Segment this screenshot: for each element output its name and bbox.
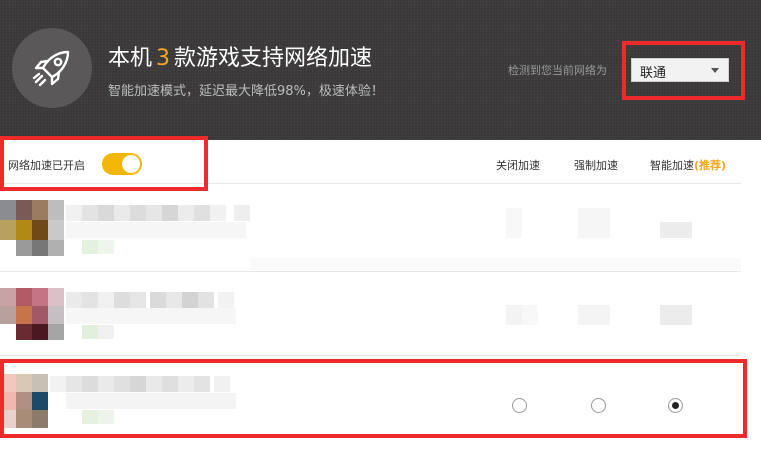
page-title: 本机 3 款游戏支持网络加速 bbox=[108, 40, 372, 72]
radio-placeholder bbox=[578, 305, 610, 325]
radio-placeholder bbox=[578, 208, 610, 238]
game-count: 3 bbox=[156, 46, 171, 71]
rocket-icon bbox=[32, 50, 70, 87]
radio-placeholder bbox=[522, 305, 538, 325]
rocket-logo bbox=[12, 28, 92, 108]
row-shadow bbox=[250, 258, 741, 270]
column-header-forced: 强制加速 bbox=[574, 159, 618, 172]
row-divider bbox=[0, 355, 741, 356]
radio-placeholder bbox=[506, 208, 522, 238]
radio-placeholder bbox=[506, 305, 522, 325]
column-header-smart-label: 智能加速 bbox=[650, 159, 694, 172]
annotation-box-network bbox=[622, 41, 745, 100]
network-detect-label: 检测到您当前网络为 bbox=[508, 64, 607, 77]
column-header-off: 关闭加速 bbox=[496, 159, 540, 172]
annotation-box-toggle bbox=[0, 136, 208, 191]
recommended-tag: (推荐) bbox=[694, 159, 727, 172]
radio-placeholder bbox=[660, 305, 692, 325]
title-prefix: 本机 bbox=[108, 46, 153, 71]
radio-placeholder bbox=[660, 222, 692, 238]
annotation-box-row bbox=[0, 359, 747, 438]
column-header-smart: 智能加速(推荐) bbox=[650, 157, 726, 173]
page-subtitle: 智能加速模式，延迟最大降低98%，极速体验！ bbox=[108, 84, 384, 99]
row-divider bbox=[0, 271, 741, 272]
title-suffix: 款游戏支持网络加速 bbox=[174, 46, 373, 71]
